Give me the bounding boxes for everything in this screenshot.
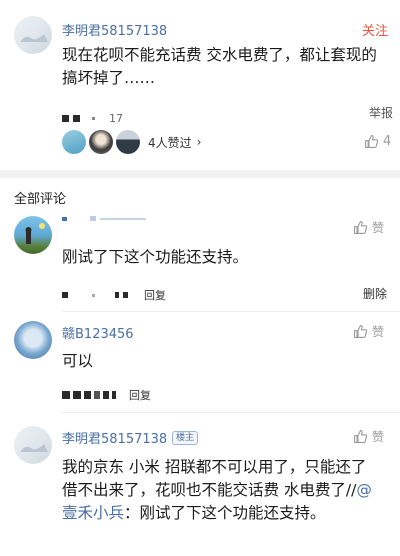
post-author-name[interactable]: 李明君58157138 — [62, 20, 167, 39]
divider — [62, 412, 400, 413]
post-author-avatar[interactable]: · — [14, 16, 52, 54]
redacted-block — [112, 391, 116, 399]
commenter-name-redacted[interactable] — [62, 216, 146, 221]
redacted-block — [123, 292, 128, 298]
redacted-dot — [92, 293, 95, 297]
liker-avatar[interactable] — [116, 130, 140, 154]
post-like-count: 4 — [383, 134, 392, 149]
like-label: 赞 — [372, 221, 385, 235]
divider — [62, 311, 400, 312]
comment-text: 刚试了下这个功能还支持。 — [62, 248, 249, 266]
redacted-block — [73, 391, 81, 399]
comment-text-main: 我的京东 小米 招联都不可以用了，只能还了 借不出来了，花呗也不能交话费 水电费… — [62, 458, 367, 499]
redacted-dot — [92, 117, 95, 120]
post-meta-number: 17 — [109, 112, 123, 125]
likers-row[interactable]: 4人赞过 › — [62, 130, 201, 154]
like-label: 赞 — [372, 430, 385, 444]
redacted-block — [62, 292, 68, 298]
redacted-block — [90, 216, 96, 221]
redacted-block — [84, 391, 91, 399]
commenter-avatar[interactable] — [14, 321, 52, 359]
liker-avatar[interactable] — [62, 130, 86, 154]
reply-button[interactable]: 回复 — [129, 387, 151, 403]
comment-like-button[interactable]: 赞 — [352, 323, 384, 340]
comment-quote: ：刚试了下这个功能还支持。 — [124, 504, 326, 522]
like-label: 赞 — [372, 325, 385, 339]
commenter-avatar[interactable] — [14, 426, 52, 464]
commenter-avatar[interactable] — [14, 216, 52, 254]
redacted-block — [62, 115, 69, 122]
comments-header: 全部评论 — [14, 192, 67, 207]
comment-text: 我的京东 小米 招联都不可以用了，只能还了 借不出来了，花呗也不能交话费 水电费… — [62, 456, 386, 525]
liker-avatar[interactable] — [89, 130, 113, 154]
comment-like-button[interactable]: 赞 — [352, 428, 384, 445]
comment-meta: 回复 — [62, 287, 166, 303]
redacted-block — [94, 391, 100, 399]
thumbs-up-icon — [353, 324, 368, 339]
avatar-landscape-icon — [20, 444, 48, 452]
avatar-landscape-icon: · — [20, 34, 48, 48]
comment-like-button[interactable]: 赞 — [352, 219, 384, 236]
delete-button[interactable]: 删除 — [363, 285, 387, 302]
avatar-figure-icon — [25, 223, 45, 244]
post-meta: 17 — [62, 112, 123, 125]
comment-meta: 回复 — [62, 387, 151, 403]
likers-label[interactable]: 4人赞过 — [148, 134, 192, 151]
redacted-block — [103, 391, 109, 399]
thumbs-up-icon — [364, 134, 379, 149]
post-text: 现在花呗不能充话费 交水电费了，都让套现的搞坏掉了…… — [62, 46, 377, 87]
chevron-right-icon[interactable]: › — [197, 135, 202, 149]
redacted-bar — [100, 217, 146, 220]
svg-text:·: · — [32, 43, 33, 48]
post-like-button[interactable]: 4 — [363, 133, 391, 150]
commenter-name-row: 李明君58157138 楼主 — [62, 428, 199, 447]
section-separator — [0, 170, 400, 178]
report-button[interactable]: 举报 — [369, 104, 393, 121]
redacted-block — [62, 391, 70, 399]
commenter-name[interactable]: 赣B123456 — [62, 323, 134, 342]
commenter-name[interactable]: 李明君58157138 — [62, 428, 167, 447]
reply-button[interactable]: 回复 — [144, 287, 166, 303]
redacted-block — [62, 216, 67, 221]
comment-text: 可以 — [62, 352, 94, 370]
thumbs-up-icon — [353, 220, 368, 235]
thumbs-up-icon — [353, 429, 368, 444]
op-badge: 楼主 — [172, 430, 199, 445]
redacted-block — [115, 292, 119, 298]
redacted-block — [73, 115, 80, 122]
follow-button[interactable]: 关注 — [362, 20, 388, 39]
